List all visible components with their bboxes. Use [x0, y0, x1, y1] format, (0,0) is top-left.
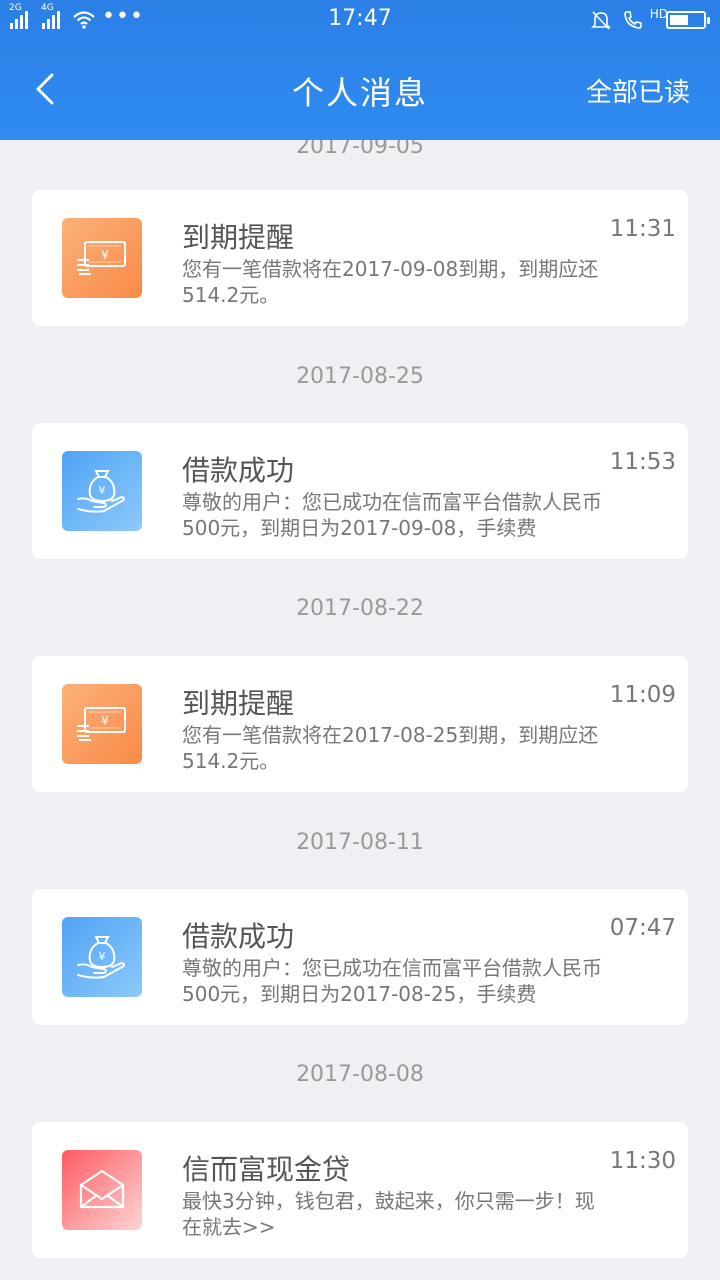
date-label: 2017-08-11: [296, 830, 424, 855]
message-body: 您有一笔借款将在2017-08-25到期，到期应还514.2元。: [182, 723, 599, 773]
message-card[interactable]: ¥ 借款成功 11:53 尊敬的用户：您已成功在信而富平台借款人民币500元，到…: [32, 423, 688, 559]
date-label: 2017-08-25: [296, 364, 424, 389]
date-label: 2017-08-22: [296, 596, 424, 621]
message-card[interactable]: ¥ 到期提醒 11:31 您有一笔借款将在2017-09-08到期，到期应还51…: [32, 190, 688, 326]
message-body: 您有一笔借款将在2017-09-08到期，到期应还514.2元。: [182, 257, 599, 307]
envelope-icon: [62, 1150, 142, 1230]
message-title: 到期提醒: [182, 687, 295, 720]
mark-all-read-button[interactable]: 全部已读: [586, 72, 690, 109]
message-card[interactable]: 信而富现金贷 11:30 最快3分钟，钱包君，鼓起来，你只需一步！现在就去>>: [32, 1122, 688, 1258]
message-title: 借款成功: [182, 920, 295, 953]
svg-text:¥: ¥: [99, 950, 106, 963]
message-title: 信而富现金贷: [182, 1153, 351, 1186]
message-time: 11:30: [609, 1148, 676, 1174]
bill-icon: ¥: [62, 218, 142, 298]
date-label: 2017-08-08: [296, 1062, 424, 1087]
bill-icon: ¥: [62, 684, 142, 764]
status-right: HD: [590, 6, 710, 34]
money-bag-hand-icon: ¥: [62, 451, 142, 531]
message-body: 尊敬的用户：您已成功在信而富平台借款人民币500元，到期日为2017-09-08…: [182, 490, 602, 540]
battery-icon: [666, 11, 710, 29]
message-card[interactable]: ¥ 借款成功 07:47 尊敬的用户：您已成功在信而富平台借款人民币500元，到…: [32, 889, 688, 1025]
svg-text:¥: ¥: [101, 248, 109, 262]
svg-text:¥: ¥: [99, 484, 106, 497]
message-title: 借款成功: [182, 454, 295, 487]
svg-text:¥: ¥: [101, 714, 109, 728]
message-body: 尊敬的用户：您已成功在信而富平台借款人民币500元，到期日为2017-08-25…: [182, 956, 602, 1006]
message-title: 到期提醒: [182, 221, 295, 254]
header-area: 2G 4G ••• 17:47 HD 个人消息 全部已读: [0, 0, 720, 140]
message-card[interactable]: ¥ 到期提醒 11:09 您有一笔借款将在2017-08-25到期，到期应还51…: [32, 656, 688, 792]
message-time: 11:53: [609, 449, 676, 475]
message-time: 07:47: [609, 915, 676, 941]
call-hd-icon: HD: [622, 7, 668, 31]
money-bag-hand-icon: ¥: [62, 917, 142, 997]
status-bar: 2G 4G ••• 17:47 HD: [0, 0, 720, 40]
nav-bar: 个人消息 全部已读: [0, 40, 720, 140]
message-body: 最快3分钟，钱包君，鼓起来，你只需一步！现在就去>>: [182, 1189, 595, 1239]
mute-bell-icon: [591, 11, 611, 30]
message-time: 11:31: [609, 216, 676, 242]
message-time: 11:09: [609, 682, 676, 708]
